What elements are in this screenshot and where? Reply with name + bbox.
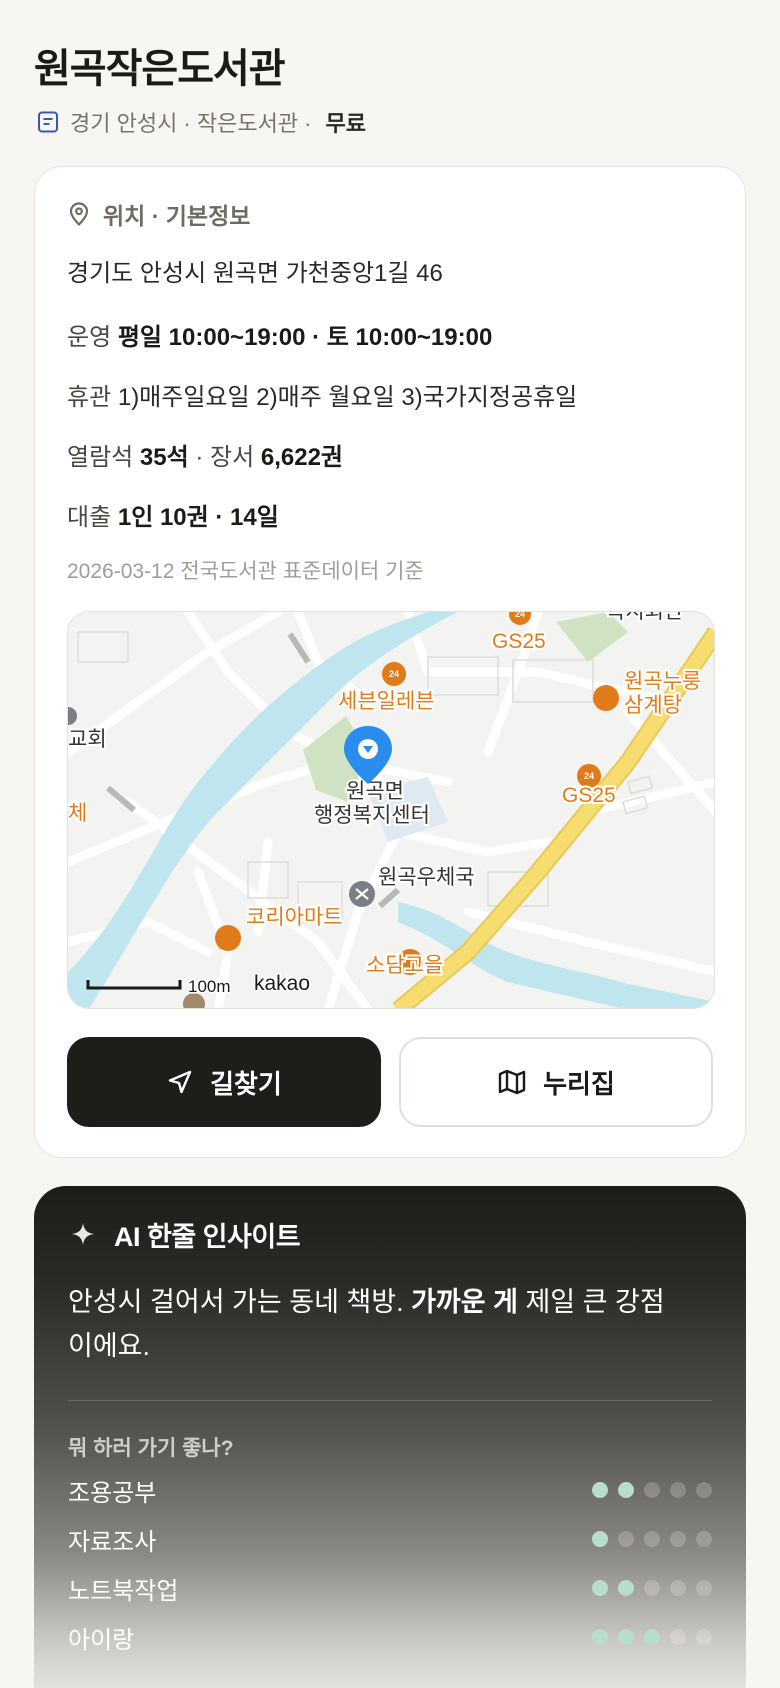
activity-row: 자료조사 (68, 1522, 712, 1556)
library-region-type: 경기 안성시 · 작은도서관 · (70, 111, 312, 136)
section-label: 위치 · 기본정보 (103, 203, 251, 229)
ai-insight-text: 안성시 걸어서 가는 동네 책방. 가까운 게 제일 큰 강점이에요. (68, 1280, 668, 1368)
section-location-basic: 위치 · 기본정보 (67, 197, 250, 231)
hours-value: 평일 10:00~19:00 · 토 10:00~19:00 (117, 324, 493, 351)
map-label-gs25-top: GS25 (492, 630, 546, 653)
rating-dot (644, 1482, 660, 1498)
svg-text:24: 24 (389, 669, 399, 679)
activity-name: 노트북작업 (68, 1577, 179, 1605)
sparkle-icon (72, 1223, 94, 1245)
rating-dot (644, 1531, 660, 1547)
map-label-mart: 코리아마트 (246, 906, 343, 929)
loan-value: 1인 10권 · 14일 (117, 504, 279, 531)
rating-dot (696, 1629, 712, 1645)
loan-policy: 대출 1인 10권 · 14일 (67, 497, 279, 532)
map-label-welfare: 복지회관 (606, 612, 683, 623)
website-button[interactable]: 누리집 (399, 1037, 713, 1127)
rating-dot (670, 1531, 686, 1547)
info-card: 위치 · 기본정보 경기도 안성시 원곡면 가천중앙1길 46 운영 평일 10… (34, 166, 746, 1158)
rating-dot (618, 1531, 634, 1547)
rating-dot (592, 1629, 608, 1645)
map-scale: 100m (188, 977, 231, 996)
ai-text-highlight: 가까운 게 (411, 1287, 518, 1317)
rating-dot (592, 1531, 608, 1547)
activity-name: 아이랑 (68, 1626, 135, 1654)
data-source: 2026-03-12 전국도서관 표준데이터 기준 (67, 560, 424, 583)
ai-insight-title: AI 한줄 인사이트 (114, 1221, 301, 1252)
rating-dot (670, 1482, 686, 1498)
address: 경기도 안성시 원곡면 가천중앙1길 46 (67, 260, 443, 287)
ai-insight-card: AI 한줄 인사이트 안성시 걸어서 가는 동네 책방. 가까운 게 제일 큰 … (34, 1186, 746, 1688)
website-label: 누리집 (543, 1068, 615, 1099)
rating-dot (592, 1482, 608, 1498)
library-meta: 경기 안성시 · 작은도서관 · 무료 (36, 106, 366, 138)
location-pin-icon (69, 202, 89, 227)
rating-dot (696, 1580, 712, 1596)
seats-label: 열람석 (67, 444, 134, 471)
rating-dot (696, 1531, 712, 1547)
rating-dot (618, 1482, 634, 1498)
hours-label: 운영 (67, 324, 112, 351)
activity-rating (592, 1482, 712, 1498)
loan-label: 대출 (67, 504, 112, 531)
divider (68, 1400, 712, 1401)
map-label-church: 교회 (68, 728, 107, 751)
seats-value: 35석 (139, 444, 189, 471)
seats-and-books: 열람석 35석 · 장서 6,622권 (67, 437, 343, 472)
books-value: 6,622권 (260, 444, 344, 471)
rating-dot (670, 1629, 686, 1645)
rating-dot (618, 1629, 634, 1645)
ai-text-pre: 안성시 걸어서 가는 동네 책방. (68, 1287, 412, 1317)
page-title: 원곡작은도서관 (34, 47, 286, 91)
activity-rating (592, 1531, 712, 1547)
rating-dot (696, 1482, 712, 1498)
svg-text:24: 24 (584, 771, 594, 781)
activity-rating (592, 1629, 712, 1645)
map-label-gs25-right: GS25 (562, 784, 616, 807)
map-label-center-2: 행정복지센터 (314, 804, 430, 827)
rating-dot (644, 1629, 660, 1645)
map-icon (498, 1069, 526, 1095)
map-brand: kakao (254, 972, 310, 995)
activity-row: 조용공부 (68, 1473, 712, 1507)
closed-days: 휴관 1)매주일요일 2)매주 월요일 3)국가지정공휴일 (67, 377, 577, 412)
closed-label: 휴관 (67, 384, 112, 411)
operating-hours: 운영 평일 10:00~19:00 · 토 10:00~19:00 (67, 317, 492, 352)
map-label-samgye-1: 원곡누룽 (624, 670, 701, 693)
activity-rating (592, 1580, 712, 1596)
map-label-post: 원곡우체국 (378, 866, 475, 889)
navigation-arrow-icon (168, 1070, 192, 1094)
directions-button[interactable]: 길찾기 (67, 1037, 381, 1127)
books-label: · 장서 (195, 444, 255, 471)
map-label-sodam: 소담고을 (366, 954, 443, 977)
ai-insight-header: AI 한줄 인사이트 (70, 1214, 301, 1254)
map-label-center-1: 원곡면 (346, 780, 404, 803)
activity-row: 아이랑 (68, 1620, 712, 1654)
activity-name: 자료조사 (68, 1528, 157, 1556)
rating-dot (670, 1580, 686, 1596)
document-icon (36, 110, 60, 134)
closed-value: 1)매주일요일 2)매주 월요일 3)국가지정공휴일 (117, 384, 578, 411)
activity-name: 조용공부 (68, 1479, 157, 1507)
rating-dot (618, 1580, 634, 1596)
location-map[interactable]: 24 24 24 GS25 세븐일레븐 원곡누룽 삼계탕 GS25 체 코리아마… (67, 611, 715, 1009)
activity-question: 뭐 하러 가기 좋나? (68, 1437, 234, 1460)
map-label-samgye-2: 삼계탕 (624, 694, 682, 717)
directions-label: 길찾기 (210, 1068, 282, 1099)
rating-dot (644, 1580, 660, 1596)
activity-row: 노트북작업 (68, 1571, 712, 1605)
svg-text:24: 24 (515, 612, 525, 619)
rating-dot (592, 1580, 608, 1596)
fee-badge: 무료 (325, 111, 366, 136)
map-label-seven: 세븐일레븐 (338, 690, 435, 713)
map-label-left-edge: 체 (68, 802, 87, 825)
